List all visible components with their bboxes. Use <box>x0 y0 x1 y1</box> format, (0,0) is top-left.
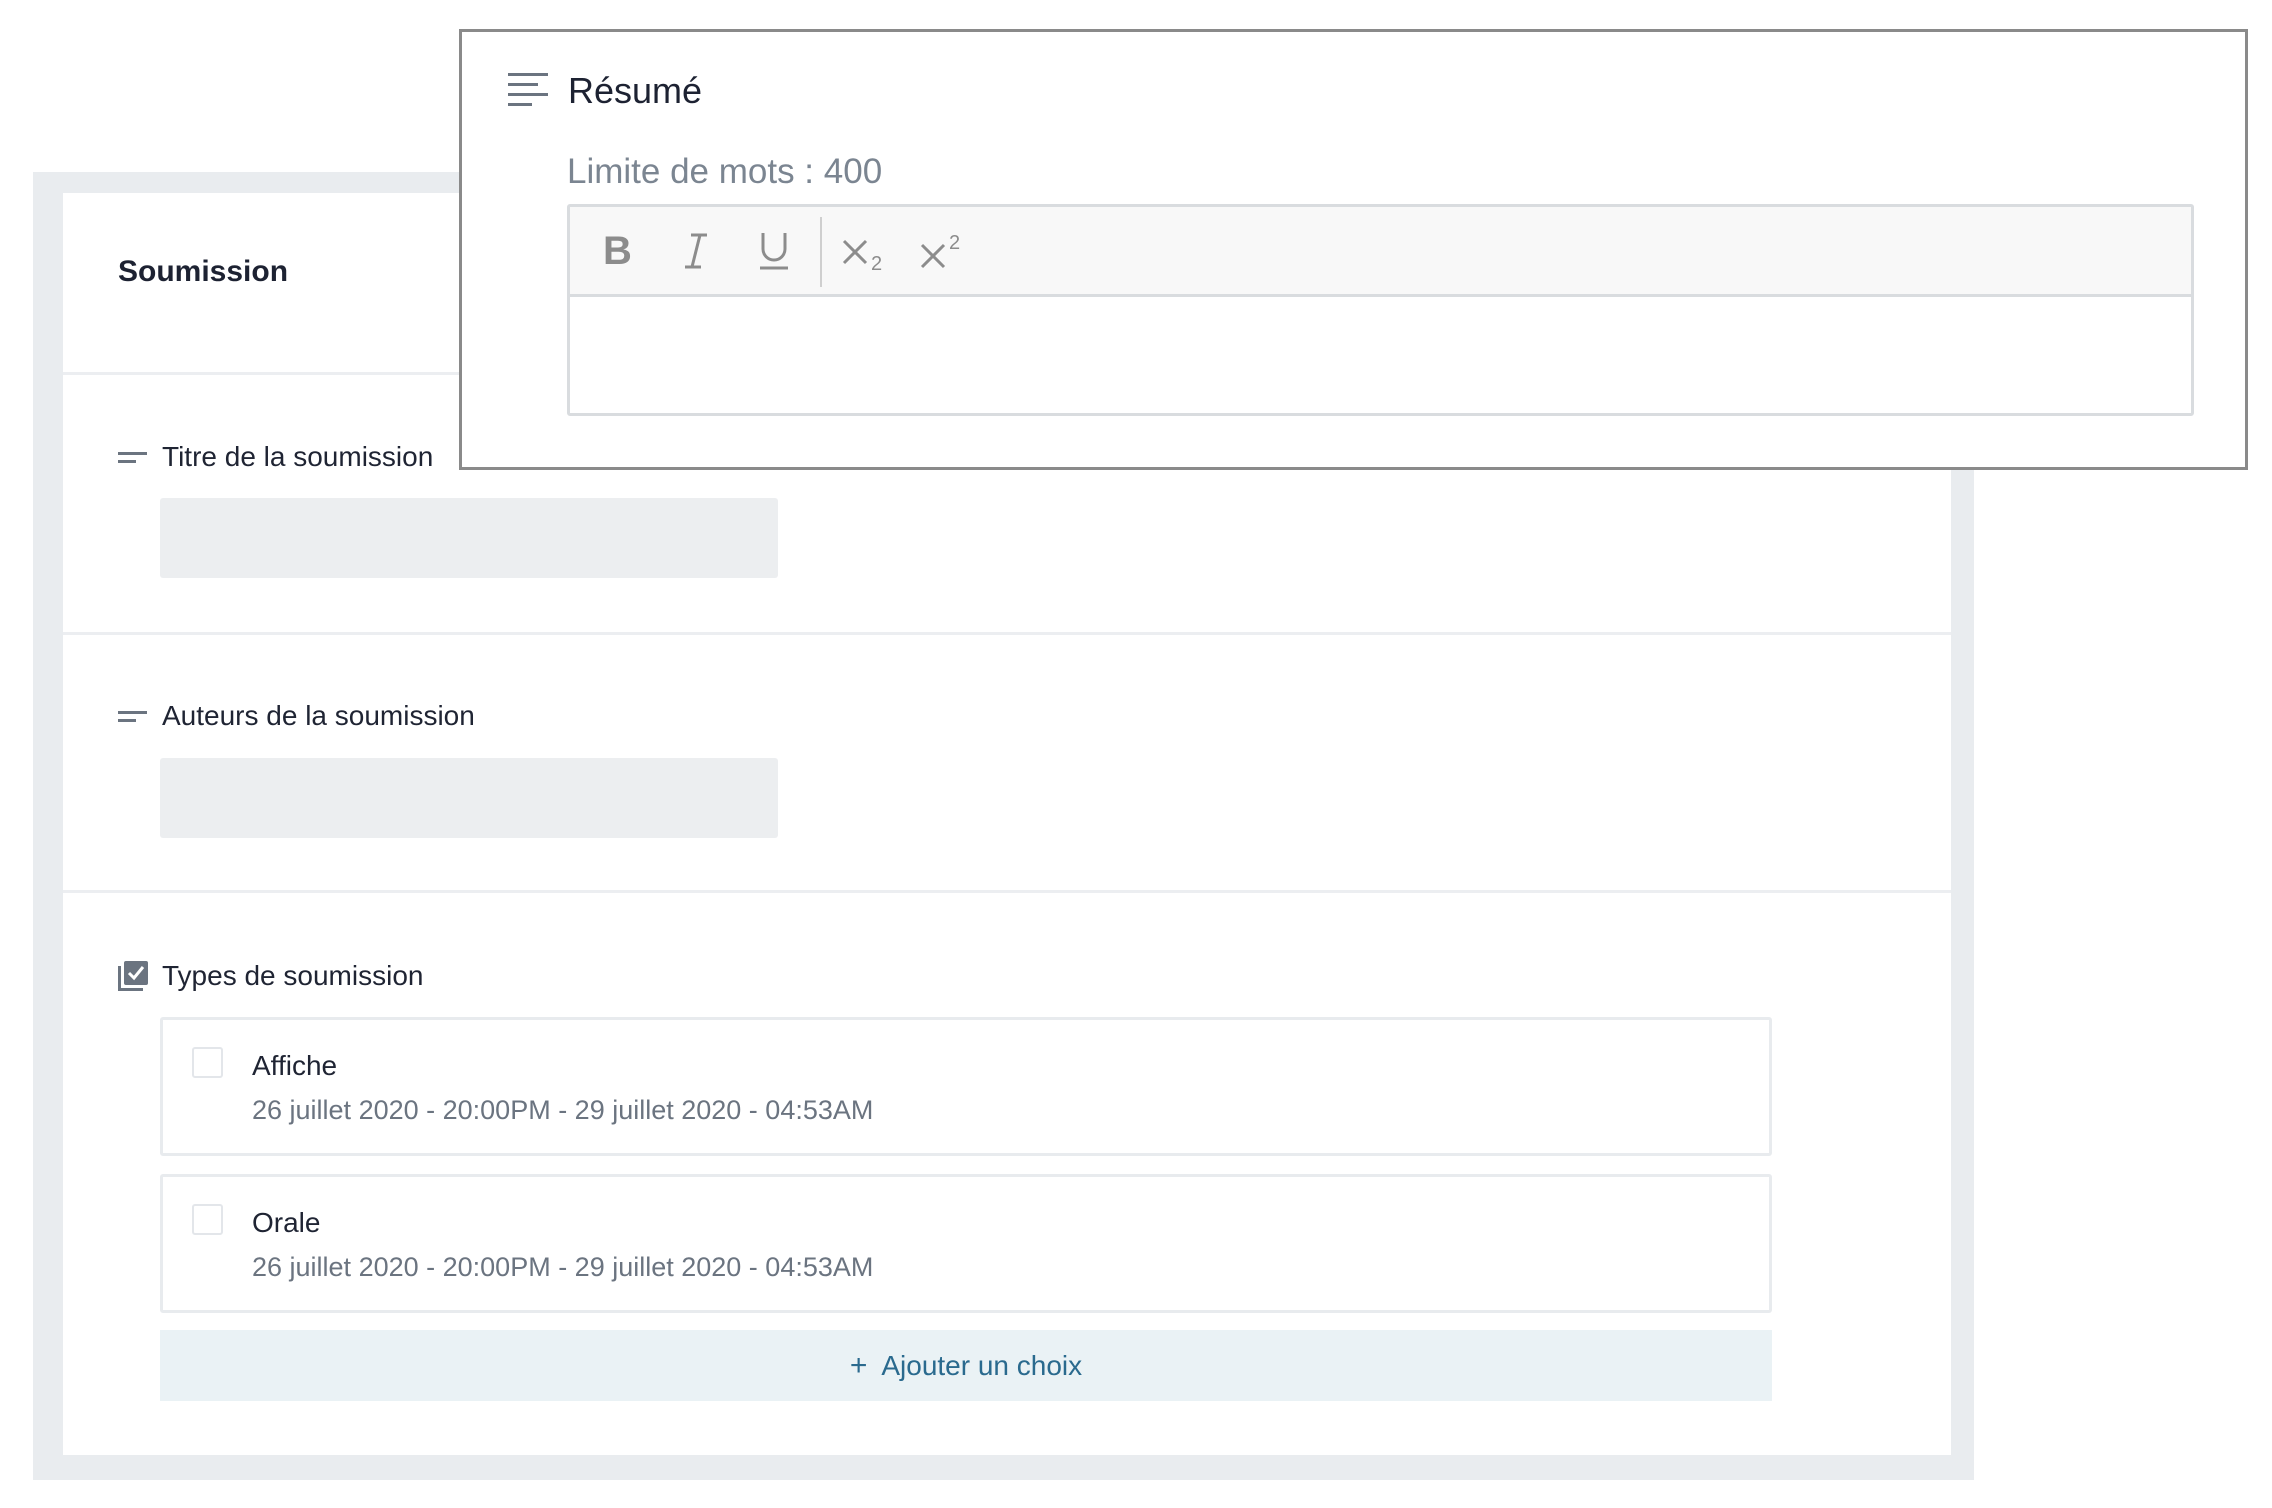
bold-icon: B <box>603 233 631 269</box>
short-text-icon <box>118 449 148 465</box>
field-title-label-row: Titre de la soumission <box>118 441 433 473</box>
subscript-button[interactable]: 2 <box>836 221 892 281</box>
svg-text:B: B <box>603 233 631 269</box>
subscript-icon: 2 <box>842 239 882 271</box>
field-title-label: Titre de la soumission <box>162 441 434 472</box>
field-types-label: Types de soumission <box>162 960 424 991</box>
underline-button[interactable] <box>748 221 800 281</box>
italic-icon <box>685 233 707 269</box>
choice-name: Affiche <box>252 1050 338 1081</box>
field-authors-label: Auteurs de la soumission <box>162 700 475 731</box>
abstract-header: Résumé <box>508 70 702 112</box>
svg-text:2: 2 <box>949 232 960 254</box>
section-divider <box>63 632 1951 635</box>
abstract-field-panel: Résumé Limite de mots : 400 B 2 2 <box>459 29 2248 470</box>
checkbox-list-icon <box>118 961 148 991</box>
underline-icon <box>760 233 788 270</box>
submission-authors-input[interactable] <box>160 758 778 838</box>
abstract-title: Résumé <box>568 70 703 111</box>
superscript-button[interactable]: 2 <box>914 221 970 281</box>
editor-content-area[interactable] <box>570 297 2191 413</box>
choice-dates: 26 juillet 2020 - 20:00PM - 29 juillet 2… <box>252 1252 874 1282</box>
short-text-icon <box>118 708 148 724</box>
superscript-icon: 2 <box>920 232 960 269</box>
long-text-icon <box>508 71 548 112</box>
italic-button[interactable] <box>670 221 722 281</box>
choice-item[interactable]: Affiche 26 juillet 2020 - 20:00PM - 29 j… <box>160 1017 1772 1156</box>
submission-title-input[interactable] <box>160 498 778 578</box>
editor-toolbar: B 2 2 <box>570 207 2191 297</box>
svg-text:2: 2 <box>871 253 882 271</box>
field-authors-label-row: Auteurs de la soumission <box>118 700 475 732</box>
plus-icon: + <box>849 1348 868 1382</box>
field-types-label-row: Types de soumission <box>118 960 423 992</box>
add-choice-label: Ajouter un choix <box>881 1349 1083 1381</box>
toolbar-separator <box>820 217 822 287</box>
add-choice-button[interactable]: + Ajouter un choix <box>160 1330 1772 1401</box>
choice-checkbox[interactable] <box>192 1204 223 1235</box>
section-divider <box>63 890 1951 893</box>
choice-checkbox[interactable] <box>192 1047 223 1078</box>
word-limit-text: Limite de mots : 400 <box>567 152 883 191</box>
rich-text-editor: B 2 2 <box>567 204 2194 416</box>
bold-button[interactable]: B <box>590 221 642 281</box>
choice-name: Orale <box>252 1207 321 1238</box>
choice-dates: 26 juillet 2020 - 20:00PM - 29 juillet 2… <box>252 1095 874 1125</box>
form-title: Soumission <box>118 255 289 288</box>
choice-item[interactable]: Orale 26 juillet 2020 - 20:00PM - 29 jui… <box>160 1174 1772 1313</box>
